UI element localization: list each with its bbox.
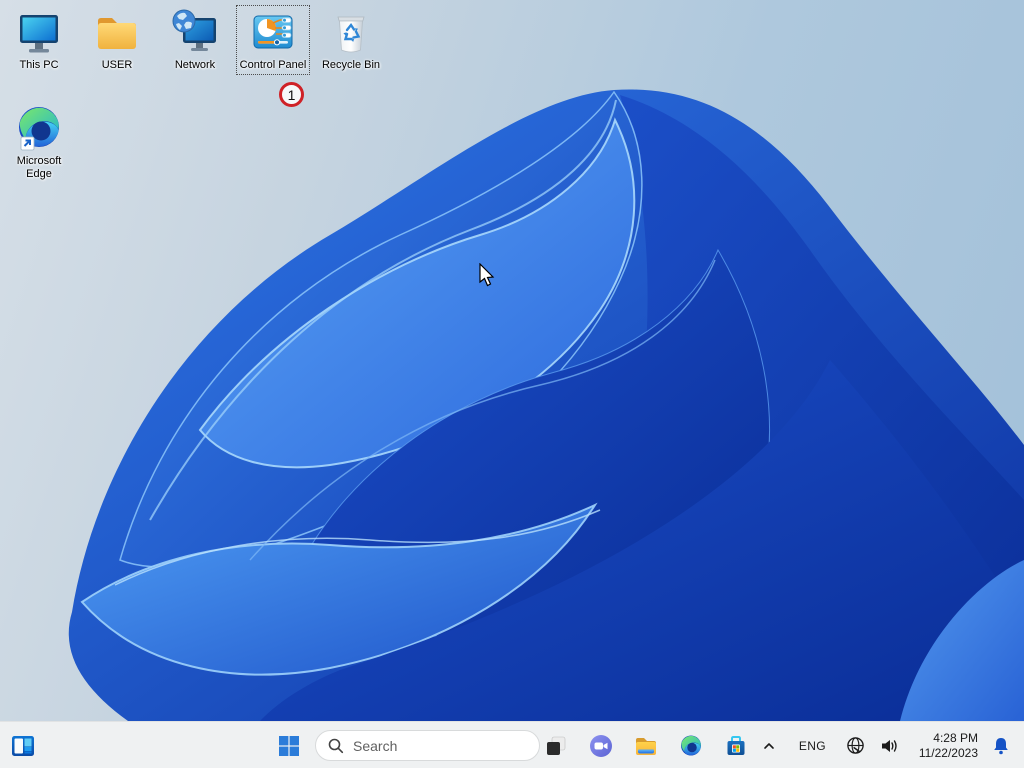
desktop-icon-microsoft-edge[interactable]: Microsoft Edge xyxy=(3,102,75,183)
edge-browser-button[interactable] xyxy=(674,729,708,763)
search-input[interactable] xyxy=(353,737,513,754)
speaker-icon xyxy=(881,739,897,752)
icon-label: USER xyxy=(101,59,133,71)
desktop-icon-this-pc[interactable]: This PC xyxy=(3,6,75,74)
windows-logo-icon xyxy=(279,736,299,756)
microsoft-store-icon xyxy=(727,736,745,755)
language-label: ENG xyxy=(798,738,826,753)
hidden-icons-button[interactable] xyxy=(755,728,783,764)
panels-app-icon xyxy=(12,736,34,756)
desktop-icon-control-panel[interactable]: Control Panel xyxy=(236,5,310,75)
notification-bell-icon xyxy=(994,737,1008,754)
taskbar-corner-app-button[interactable] xyxy=(6,729,40,763)
microsoft-store-button[interactable] xyxy=(719,729,753,763)
this-pc-icon xyxy=(20,15,58,53)
edge-icon xyxy=(19,107,59,151)
network-status-button[interactable] xyxy=(840,728,871,764)
search-icon xyxy=(328,738,344,753)
notification-center-button[interactable] xyxy=(984,728,1018,764)
wallpaper-bloom xyxy=(68,89,1024,721)
desktop-icon-network[interactable]: Network xyxy=(159,6,231,74)
task-view-button[interactable] xyxy=(539,729,573,763)
recycle-bin-icon xyxy=(337,16,365,53)
task-view-icon xyxy=(547,736,566,755)
volume-button[interactable] xyxy=(873,728,905,764)
clock-time: 4:28 PM xyxy=(933,730,978,745)
clock-date: 11/22/2023 xyxy=(918,745,978,760)
taskbar: ENG 4:28 PM 11/22/2023 xyxy=(0,721,1024,768)
network-icon xyxy=(172,9,216,51)
file-explorer-button[interactable] xyxy=(629,729,663,763)
language-indicator[interactable]: ENG xyxy=(793,728,832,764)
taskbar-app-icons xyxy=(539,729,753,763)
chat-icon xyxy=(590,735,612,757)
icon-label: Control Panel xyxy=(239,59,307,71)
desktop[interactable]: This PC USER Network Control Panel Recyc… xyxy=(0,0,1024,721)
desktop-icon-user-folder[interactable]: USER xyxy=(81,6,153,74)
search-box[interactable] xyxy=(315,730,540,761)
folder-icon xyxy=(98,18,136,49)
file-explorer-icon xyxy=(636,738,656,755)
clock[interactable]: 4:28 PM 11/22/2023 xyxy=(913,731,984,761)
start-button[interactable] xyxy=(272,729,306,763)
desktop-icon-recycle-bin[interactable]: Recycle Bin xyxy=(315,6,387,74)
globe-network-icon xyxy=(847,737,864,754)
edge-browser-icon xyxy=(681,735,701,756)
system-tray: ENG 4:28 PM 11/22/2023 xyxy=(755,722,1018,768)
icon-label: Microsoft Edge xyxy=(16,155,62,180)
chevron-up-icon xyxy=(764,742,774,749)
icon-label: Recycle Bin xyxy=(321,59,381,71)
annotation-step-badge: 1 xyxy=(279,82,304,107)
chat-button[interactable] xyxy=(584,729,618,763)
control-panel-icon xyxy=(253,15,293,49)
icon-label: Network xyxy=(174,59,216,71)
icon-label: This PC xyxy=(19,59,59,71)
